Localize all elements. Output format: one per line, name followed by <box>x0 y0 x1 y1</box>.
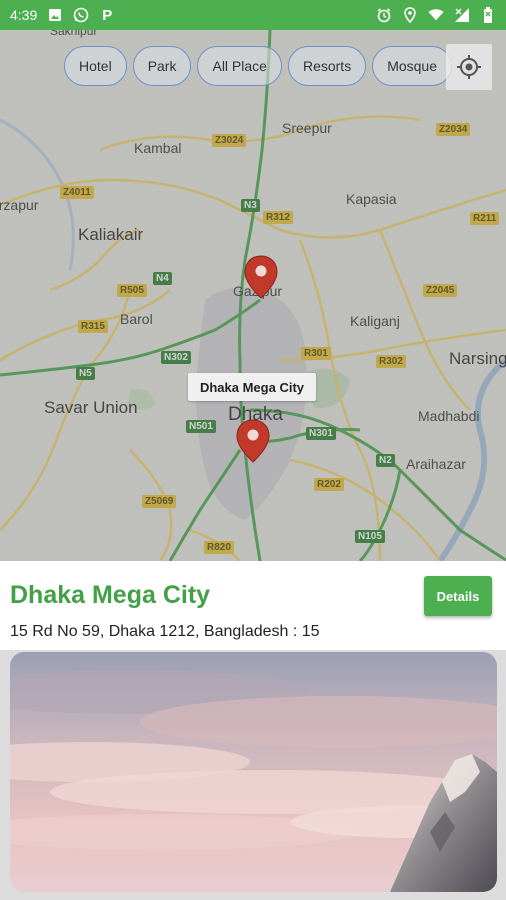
map-view[interactable]: Sakhipur Kambal Sreepur Mirzapur Kapasia… <box>0 30 506 561</box>
alarm-icon <box>376 7 392 23</box>
place-info-panel: Dhaka Mega City 15 Rd No 59, Dhaka 1212,… <box>0 561 506 650</box>
place-image <box>10 652 497 892</box>
signal-icon <box>454 7 470 23</box>
wifi-icon <box>428 7 444 23</box>
my-location-button[interactable] <box>446 44 492 90</box>
p-app-icon: P <box>102 6 113 24</box>
chip-hotel[interactable]: Hotel <box>64 46 127 86</box>
place-title: Dhaka Mega City <box>10 581 211 609</box>
chip-mosque[interactable]: Mosque <box>372 46 452 86</box>
chip-all-place[interactable]: All Place <box>197 46 282 86</box>
map-marker-dhaka[interactable] <box>235 418 271 464</box>
details-button[interactable]: Details <box>424 576 492 616</box>
whatsapp-icon <box>73 7 89 23</box>
location-icon <box>402 7 418 23</box>
status-bar: 4:39 P <box>0 0 506 30</box>
place-photo-container <box>0 650 506 900</box>
status-time: 4:39 <box>10 7 38 23</box>
crosshair-icon <box>457 55 481 79</box>
place-address: 15 Rd No 59, Dhaka 1212, Bangladesh : 15 <box>10 623 320 640</box>
image-icon <box>47 7 63 23</box>
map-marker-gazipur[interactable] <box>243 254 279 300</box>
filter-chips: Hotel Park All Place Resorts Mosque <box>64 46 452 86</box>
chip-park[interactable]: Park <box>132 46 192 86</box>
chip-resorts[interactable]: Resorts <box>287 46 367 86</box>
battery-icon <box>480 7 496 23</box>
place-photo[interactable] <box>10 652 497 892</box>
marker-info-window[interactable]: Dhaka Mega City <box>188 373 316 401</box>
